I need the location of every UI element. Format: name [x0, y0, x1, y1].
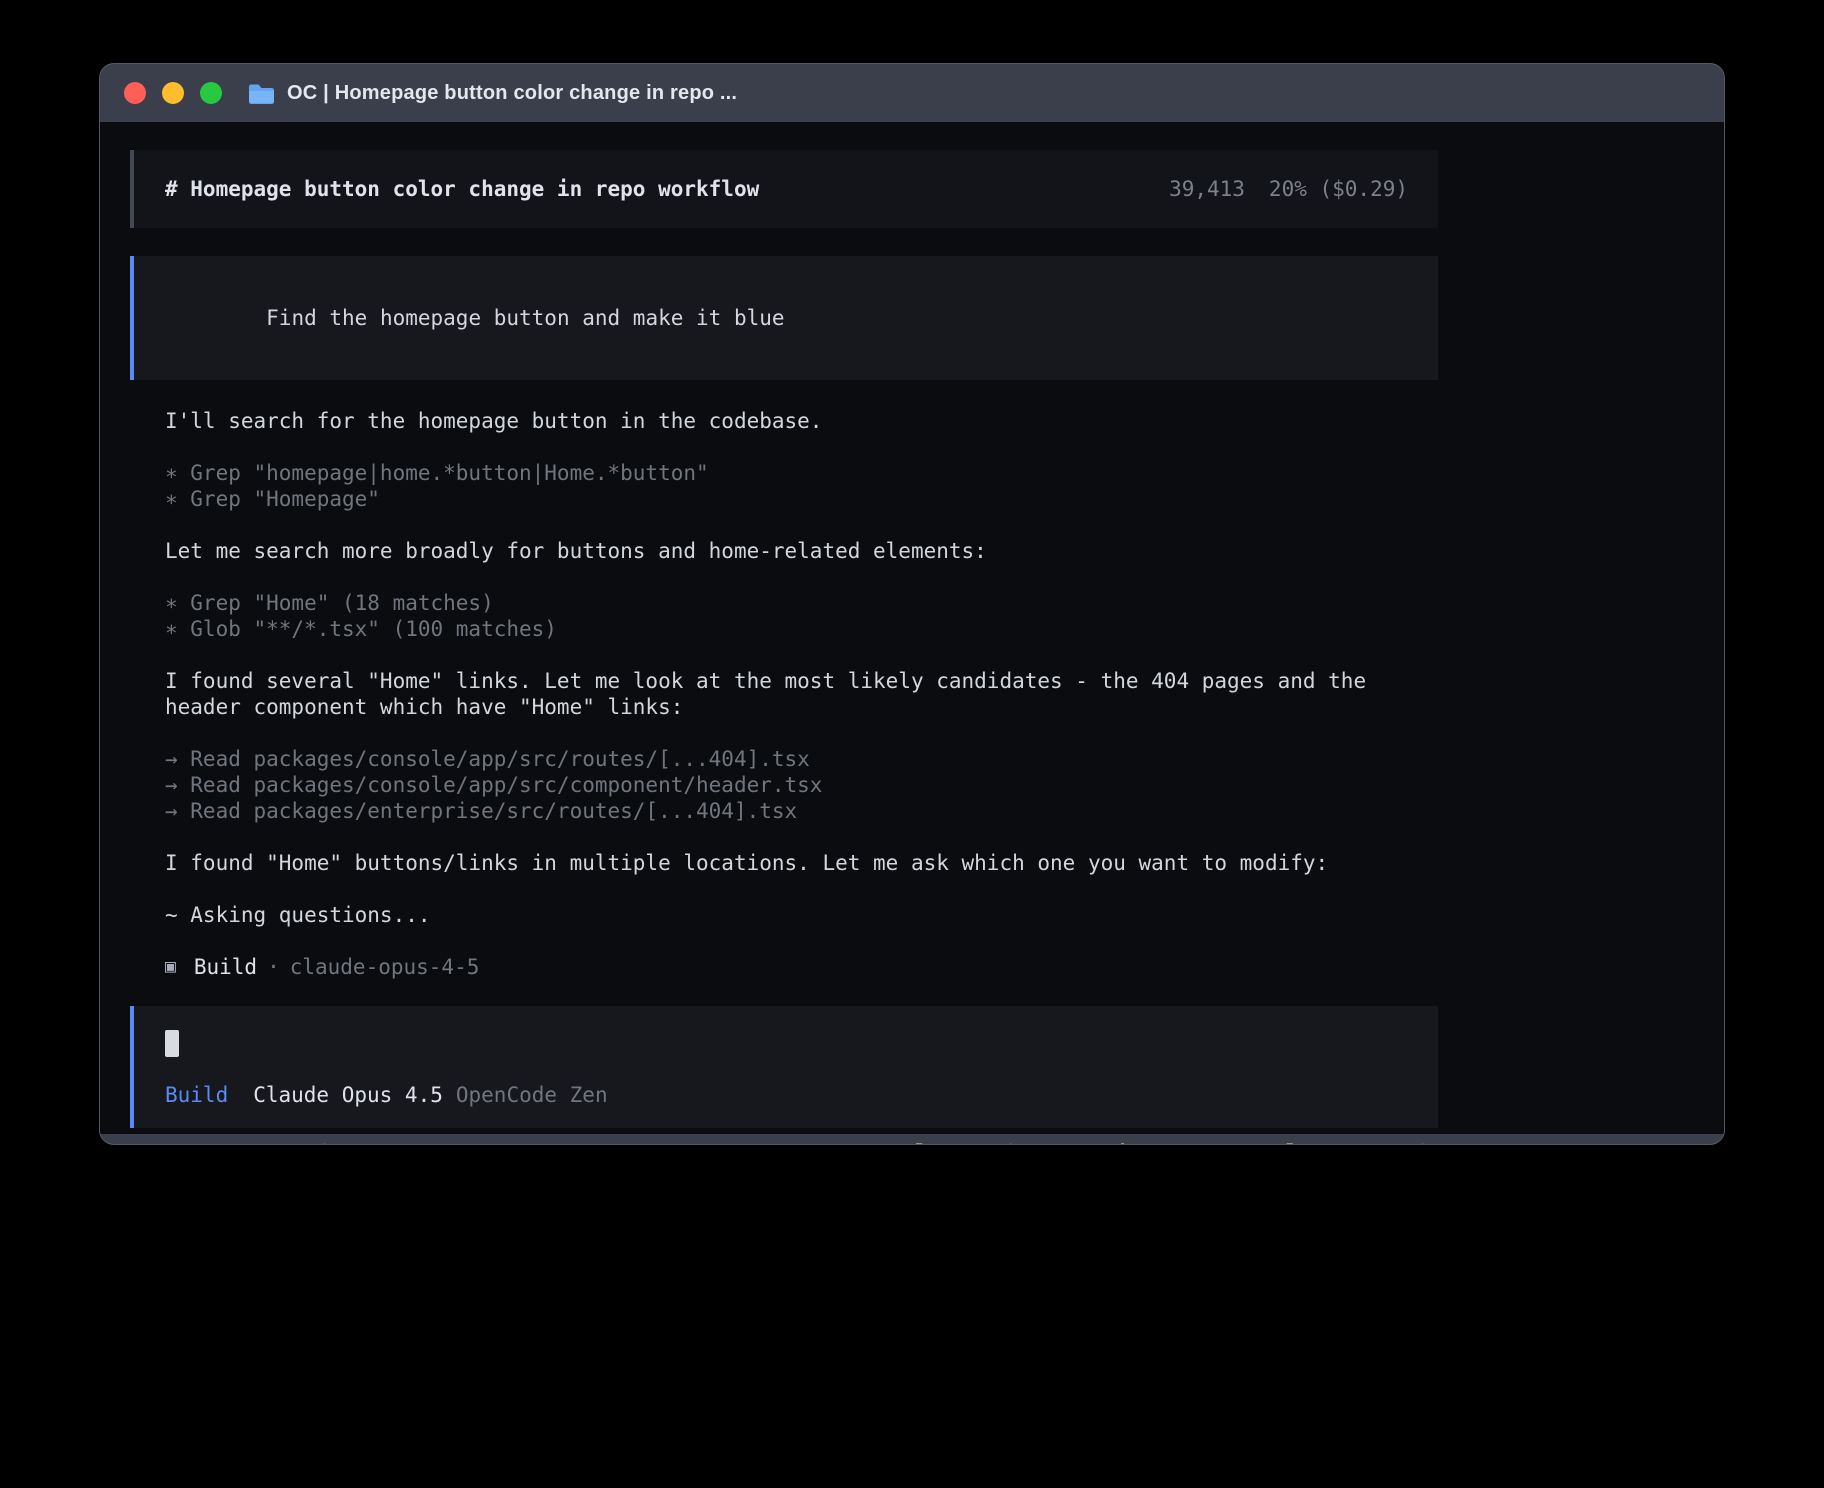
assistant-message: Let me search more broadly for buttons a… [165, 538, 1405, 564]
agent-model: claude-opus-4-5 [290, 954, 480, 980]
shortcut-label: commands [1337, 1140, 1438, 1144]
user-message-text: Find the homepage button and make it blu… [266, 306, 784, 330]
user-message: Find the homepage button and make it blu… [130, 256, 1438, 380]
shortcut-key: tab [1094, 1140, 1132, 1144]
terminal-content: # Homepage button color change in repo w… [100, 122, 1724, 1134]
text-cursor [165, 1030, 179, 1057]
esc-key-label: interrupt [318, 1140, 432, 1144]
assistant-message: I'll search for the homepage button in t… [165, 408, 1405, 434]
editor-meta: Build Claude Opus 4.5 OpenCode Zen [165, 1082, 1408, 1108]
esc-key-hint: esc [267, 1140, 305, 1144]
prompt-input[interactable]: Build Claude Opus 4.5 OpenCode Zen [130, 1006, 1438, 1128]
shortcut-commands: ctrl+p commands [1248, 1140, 1438, 1144]
agent-name: Build [194, 954, 257, 980]
terminal-window: OC | Homepage button color change in rep… [100, 64, 1724, 1144]
zoom-button[interactable] [200, 82, 222, 104]
titlebar: OC | Homepage button color change in rep… [100, 64, 1724, 122]
session-title: # Homepage button color change in repo w… [165, 176, 759, 202]
model-name: Claude Opus 4.5 [253, 1082, 443, 1108]
agent-separator: · [267, 954, 280, 980]
tool-call-read: → Read packages/enterprise/src/routes/[.… [165, 798, 1405, 824]
tool-call-grep: ∗ Grep "Homepage" [165, 486, 1405, 512]
shortcut-variants: ctrl+t variants [877, 1140, 1067, 1144]
shortcut-label: variants [966, 1140, 1067, 1144]
status-bar: esc interrupt ctrl+t variants tab agents… [130, 1140, 1438, 1144]
mode-badge: Build [165, 1082, 228, 1108]
asking-status: ~ Asking questions... [165, 902, 1405, 928]
tool-call-read: → Read packages/console/app/src/routes/[… [165, 746, 1405, 772]
close-button[interactable] [124, 82, 146, 104]
session-stats: 39,413 20% ($0.29) [1169, 176, 1408, 202]
window-title: OC | Homepage button color change in rep… [287, 82, 737, 105]
provider-name: OpenCode Zen [456, 1082, 608, 1108]
assistant-message: I found several "Home" links. Let me loo… [165, 668, 1405, 720]
assistant-transcript: I'll search for the homepage button in t… [130, 408, 1438, 980]
traffic-lights [124, 82, 222, 104]
shortcut-agents: tab agents [1094, 1140, 1221, 1144]
shortcut-key: ctrl+t [877, 1140, 953, 1144]
tool-call-read: → Read packages/console/app/src/componen… [165, 772, 1405, 798]
assistant-message: I found "Home" buttons/links in multiple… [165, 850, 1405, 876]
agent-square-icon: ▣ [165, 954, 176, 980]
shortcut-label: agents [1145, 1140, 1221, 1144]
agent-status-row: ▣ Build · claude-opus-4-5 [165, 954, 1405, 980]
shortcut-key: ctrl+p [1248, 1140, 1324, 1144]
minimize-button[interactable] [162, 82, 184, 104]
tool-call-glob: ∗ Glob "**/*.tsx" (100 matches) [165, 616, 1405, 642]
token-count: 39,413 [1169, 176, 1245, 202]
tool-call-grep: ∗ Grep "Home" (18 matches) [165, 590, 1405, 616]
context-usage: 20% ($0.29) [1269, 176, 1408, 202]
tool-call-grep: ∗ Grep "homepage|home.*button|Home.*butt… [165, 460, 1405, 486]
folder-icon [248, 83, 275, 104]
session-header: # Homepage button color change in repo w… [130, 150, 1438, 228]
